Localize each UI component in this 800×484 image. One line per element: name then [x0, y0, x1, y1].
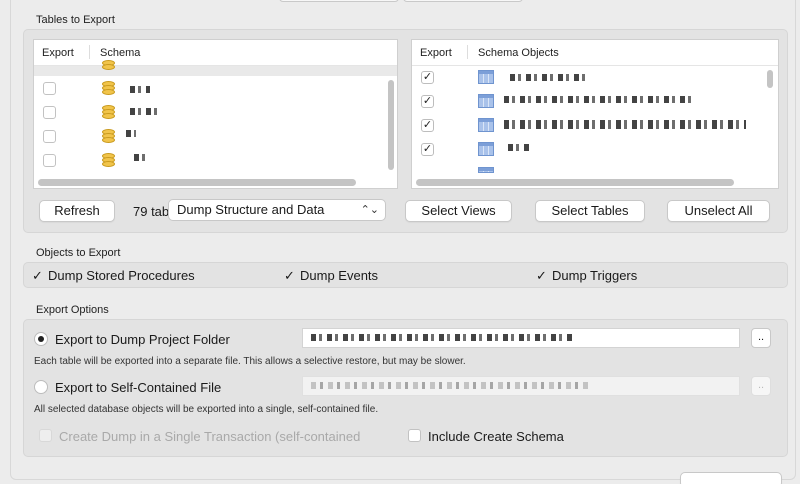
chevron-updown-icon: ⌃⌄: [360, 204, 379, 216]
table-icon: [478, 94, 494, 108]
single-transaction-checkbox[interactable]: [39, 429, 52, 442]
bottom-button-partial[interactable]: [680, 472, 782, 484]
checkmark-icon: ✓: [536, 268, 547, 283]
self-contained-radio[interactable]: [34, 380, 48, 394]
single-transaction-label: Create Dump in a Single Transaction (sel…: [59, 429, 361, 444]
dump-folder-note: Each table will be exported into a separ…: [34, 356, 466, 367]
table-icon: [478, 70, 494, 84]
browse-folder-button[interactable]: ..: [751, 328, 771, 348]
database-icon: [102, 105, 115, 120]
table-icon: [478, 142, 494, 156]
vertical-scrollbar[interactable]: [388, 80, 394, 170]
objects-to-export-label: Objects to Export: [36, 247, 121, 259]
table-row[interactable]: ✓: [412, 138, 778, 162]
table-row[interactable]: ✓: [412, 90, 778, 114]
col-export[interactable]: Export: [420, 47, 452, 59]
col-export[interactable]: Export: [42, 47, 74, 59]
schema-table[interactable]: Export Schema: [33, 39, 398, 189]
schema-objects-table[interactable]: Export Schema Objects ✓ ✓ ✓ ✓: [411, 39, 779, 189]
checkmark-icon: ✓: [284, 268, 295, 283]
dump-type-value: Dump Structure and Data: [177, 202, 325, 217]
dump-folder-label[interactable]: Export to Dump Project Folder: [55, 332, 230, 347]
schema-objects-table-header: Export Schema Objects: [412, 40, 778, 66]
dump-type-select[interactable]: Dump Structure and Data ⌃⌄: [168, 199, 386, 221]
top-button-partial[interactable]: [279, 0, 399, 2]
dump-folder-path-field[interactable]: [302, 328, 740, 348]
schema-table-header: Export Schema: [34, 40, 397, 66]
browse-file-button[interactable]: ..: [751, 376, 771, 396]
database-icon: [102, 129, 115, 144]
row-checkbox[interactable]: [43, 154, 56, 167]
export-options-label: Export Options: [36, 304, 109, 316]
table-row[interactable]: [34, 78, 397, 102]
table-row[interactable]: [34, 126, 397, 150]
self-contained-label[interactable]: Export to Self-Contained File: [55, 380, 221, 395]
checkmark-icon: ✓: [32, 268, 43, 283]
row-checkbox[interactable]: ✓: [421, 119, 434, 132]
table-row-partial[interactable]: [412, 162, 778, 173]
dump-folder-radio[interactable]: [34, 332, 48, 346]
database-icon: [102, 153, 115, 168]
self-contained-note: All selected database objects will be ex…: [34, 404, 379, 415]
vertical-scrollbar[interactable]: [767, 70, 773, 88]
table-row[interactable]: ✓: [412, 114, 778, 138]
row-checkbox[interactable]: [43, 106, 56, 119]
col-schema-objects[interactable]: Schema Objects: [478, 47, 559, 59]
row-checkbox[interactable]: ✓: [421, 95, 434, 108]
horizontal-scrollbar[interactable]: [416, 179, 734, 186]
horizontal-scrollbar[interactable]: [38, 179, 356, 186]
self-contained-path-field[interactable]: [302, 376, 740, 396]
include-create-schema-label: Include Create Schema: [428, 429, 564, 444]
include-create-schema-checkbox[interactable]: [408, 429, 421, 442]
table-row[interactable]: [34, 150, 397, 174]
tables-to-export-label: Tables to Export: [36, 14, 115, 26]
row-checkbox[interactable]: [43, 130, 56, 143]
row-checkbox[interactable]: [43, 82, 56, 95]
select-views-button[interactable]: Select Views: [405, 200, 512, 222]
table-icon: [478, 118, 494, 132]
select-tables-button[interactable]: Select Tables: [535, 200, 645, 222]
refresh-button[interactable]: Refresh: [39, 200, 115, 222]
row-checkbox[interactable]: ✓: [421, 143, 434, 156]
row-checkbox[interactable]: ✓: [421, 71, 434, 84]
database-icon: [102, 81, 115, 96]
col-schema[interactable]: Schema: [100, 47, 140, 59]
unselect-all-button[interactable]: Unselect All: [667, 200, 770, 222]
top-button-partial[interactable]: [403, 0, 523, 2]
table-count-text: 79 tab: [133, 204, 170, 219]
table-row[interactable]: ✓: [412, 66, 778, 90]
table-row-selected-partial[interactable]: [34, 60, 397, 76]
table-row[interactable]: [34, 102, 397, 126]
